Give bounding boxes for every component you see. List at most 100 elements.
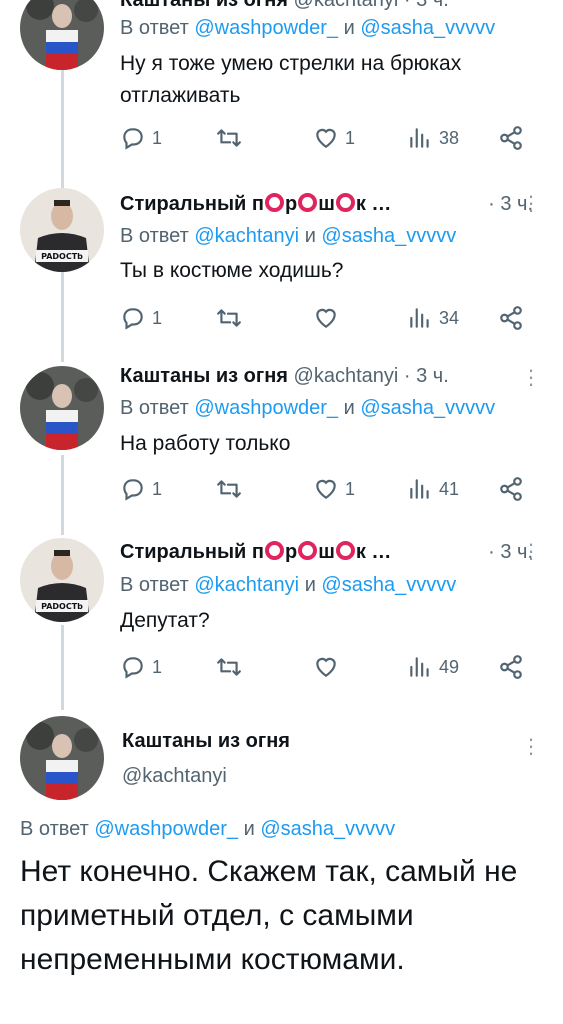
views-icon: [410, 308, 429, 328]
share-icon: [500, 477, 522, 501]
avatar-image-kachtanyi: [20, 0, 104, 70]
name-part: Стиральный п: [120, 541, 264, 563]
mention-link[interactable]: @kachtanyi: [194, 574, 299, 596]
retweet-icon: [217, 480, 241, 498]
author-handle[interactable]: @kachtanyi: [294, 0, 399, 11]
views-count: 34: [439, 307, 460, 328]
avatar-image-kachtanyi: [20, 716, 104, 800]
timestamp[interactable]: · 3 ч.: [404, 0, 449, 11]
heart-icon: [316, 128, 336, 148]
retweet-button[interactable]: [216, 303, 242, 333]
mention-link[interactable]: @sasha_vvvvv: [360, 17, 495, 39]
mention-link[interactable]: @sasha_vvvvv: [360, 397, 495, 419]
reply-context: В ответ @kachtanyi и @sasha_vvvvv: [120, 571, 456, 599]
avatar[interactable]: [20, 366, 104, 450]
author-name[interactable]: Каштаны из огня: [120, 365, 288, 387]
retweet-button[interactable]: [216, 123, 242, 153]
like-button[interactable]: [313, 303, 339, 333]
tweet-header: Каштаны из огня @kachtanyi · 3 ч.: [120, 0, 533, 14]
views-button[interactable]: 38: [407, 123, 459, 153]
views-button[interactable]: 49: [407, 652, 459, 682]
action-bar: 1 34: [120, 303, 530, 333]
tweet-header: Стиральный пршк … · 3 ч.: [120, 538, 533, 566]
mention-link[interactable]: @washpowder_: [194, 17, 338, 39]
reply-icon: [123, 308, 143, 330]
action-bar: 1 1 38: [120, 123, 530, 153]
name-part: р: [284, 193, 298, 215]
like-count: 1: [345, 478, 356, 499]
name-part: к …: [355, 541, 392, 563]
reply-context: В ответ @washpowder_ и @sasha_vvvvv: [20, 818, 395, 841]
reply-count: 1: [152, 307, 163, 328]
reply-prefix: В ответ: [120, 225, 189, 247]
author-name[interactable]: Стиральный п рш к …: [120, 541, 391, 563]
reply-and: и: [343, 397, 355, 419]
mention-link[interactable]: @sasha_vvvvv: [321, 574, 456, 596]
retweet-button[interactable]: [216, 652, 242, 682]
red-circle-emoji: [298, 193, 318, 212]
more-icon[interactable]: · · ·: [521, 359, 541, 395]
mention-link[interactable]: @washpowder_: [194, 397, 338, 419]
tweet-text: На работу только: [120, 432, 291, 455]
name-part: Стиральный п: [120, 193, 264, 215]
share-button[interactable]: [498, 123, 524, 153]
heart-icon: [316, 308, 336, 328]
avatar-image-washpowder: PADOCTb: [20, 538, 104, 622]
mention-link[interactable]: @kachtanyi: [194, 225, 299, 247]
avatar-text: PADOCTb: [41, 252, 83, 261]
tweet-text: Нет конечно. Скажем так, самый не примет…: [20, 855, 518, 976]
heart-icon: [316, 479, 336, 499]
share-button[interactable]: [498, 303, 524, 333]
share-button[interactable]: [498, 474, 524, 504]
reply-context: В ответ @washpowder_ и @sasha_vvvvv: [120, 14, 495, 42]
author-name[interactable]: Стиральный п рш к …: [120, 193, 391, 215]
tweet-text: Ты в костюме ходишь?: [120, 259, 344, 282]
name-part: ш: [318, 193, 335, 215]
more-icon[interactable]: · · ·: [521, 728, 541, 764]
like-button[interactable]: [313, 652, 339, 682]
reply-button[interactable]: 1: [120, 303, 162, 333]
red-circle-emoji: [264, 541, 284, 560]
red-circle-emoji: [335, 541, 355, 560]
red-circle-emoji: [335, 193, 355, 212]
avatar[interactable]: [20, 716, 104, 800]
tweet-header: Каштаны из огня @kachtanyi · 3 ч.: [120, 362, 533, 390]
avatar-text: PADOCTb: [41, 602, 83, 611]
like-button[interactable]: 1: [313, 474, 355, 504]
share-icon: [500, 306, 522, 330]
views-count: 41: [439, 478, 460, 499]
like-button[interactable]: 1: [313, 123, 355, 153]
avatar[interactable]: PADOCTb: [20, 188, 104, 272]
more-icon[interactable]: · · ·: [521, 533, 541, 569]
thread-line: [61, 70, 64, 190]
views-icon: [410, 479, 429, 499]
mention-link[interactable]: @sasha_vvvvv: [260, 818, 395, 840]
views-button[interactable]: 34: [407, 303, 459, 333]
author-handle[interactable]: @kachtanyi: [294, 365, 399, 387]
reply-button[interactable]: 1: [120, 652, 162, 682]
reply-icon: [123, 128, 143, 150]
author-name[interactable]: Каштаны из огня: [120, 0, 288, 11]
reply-count: 1: [152, 478, 163, 499]
avatar[interactable]: [20, 0, 104, 70]
thread-line: [61, 625, 64, 710]
name-part: р: [284, 541, 298, 563]
views-button[interactable]: 41: [407, 474, 459, 504]
author-name[interactable]: Каштаны из огня: [122, 730, 290, 753]
reply-prefix: В ответ: [120, 397, 189, 419]
retweet-button[interactable]: [216, 474, 242, 504]
reply-button[interactable]: 1: [120, 474, 162, 504]
more-icon[interactable]: · · ·: [521, 185, 541, 221]
reply-icon: [123, 657, 143, 679]
reply-button[interactable]: 1: [120, 123, 162, 153]
mention-link[interactable]: @sasha_vvvvv: [321, 225, 456, 247]
share-button[interactable]: [498, 652, 524, 682]
views-icon: [410, 128, 429, 148]
mention-link[interactable]: @washpowder_: [94, 818, 238, 840]
author-handle[interactable]: @kachtanyi: [122, 765, 227, 788]
reply-prefix: В ответ: [120, 17, 189, 39]
reply-and: и: [304, 574, 316, 596]
timestamp[interactable]: · 3 ч.: [404, 365, 449, 387]
reply-and: и: [243, 818, 255, 840]
avatar[interactable]: PADOCTb: [20, 538, 104, 622]
